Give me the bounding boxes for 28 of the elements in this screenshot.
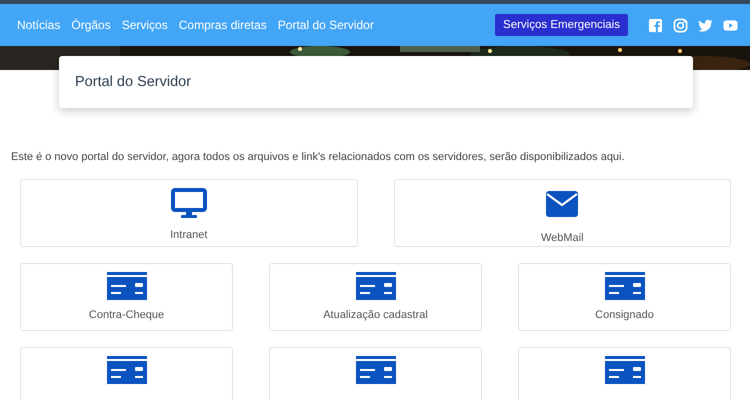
service-tile[interactable] [269,347,482,400]
monitor-icon [170,188,207,220]
instagram-icon[interactable] [673,18,688,32]
play-icon[interactable] [723,18,738,32]
tile-label: Consignado [595,309,654,321]
facebook-icon[interactable] [648,18,663,32]
service-tile[interactable]: Contra-Cheque [20,263,233,331]
service-tile[interactable]: Atualização cadastral [269,263,482,331]
tile-label: Atualização cadastral [323,309,428,321]
service-tile[interactable]: Consignado [518,263,731,331]
tile-label: Intranet [170,229,208,241]
card-icon [356,272,396,300]
bird-icon[interactable] [698,18,713,32]
tile-label: Contra-Cheque [88,309,164,321]
intro-text: Este é o novo portal do servidor, agora todos os arquivos e link's relacionados com os servidores, serão disponibilizados aqui. [11,151,626,163]
card-icon [604,272,644,300]
card-icon [106,272,146,300]
service-tile[interactable] [20,347,233,400]
card-icon [106,356,146,384]
tile-label: WebMail [540,232,584,244]
service-tile[interactable] [518,347,731,400]
service-tile[interactable]: Intranet [20,179,358,247]
card-icon [356,356,396,384]
envelope-icon [546,191,578,217]
page-title: Portal do Servidor [75,74,192,90]
card-icon [604,356,644,384]
service-tile[interactable]: WebMail [394,179,731,247]
emergency-services-button[interactable]: Serviços Emergenciais [495,14,628,36]
